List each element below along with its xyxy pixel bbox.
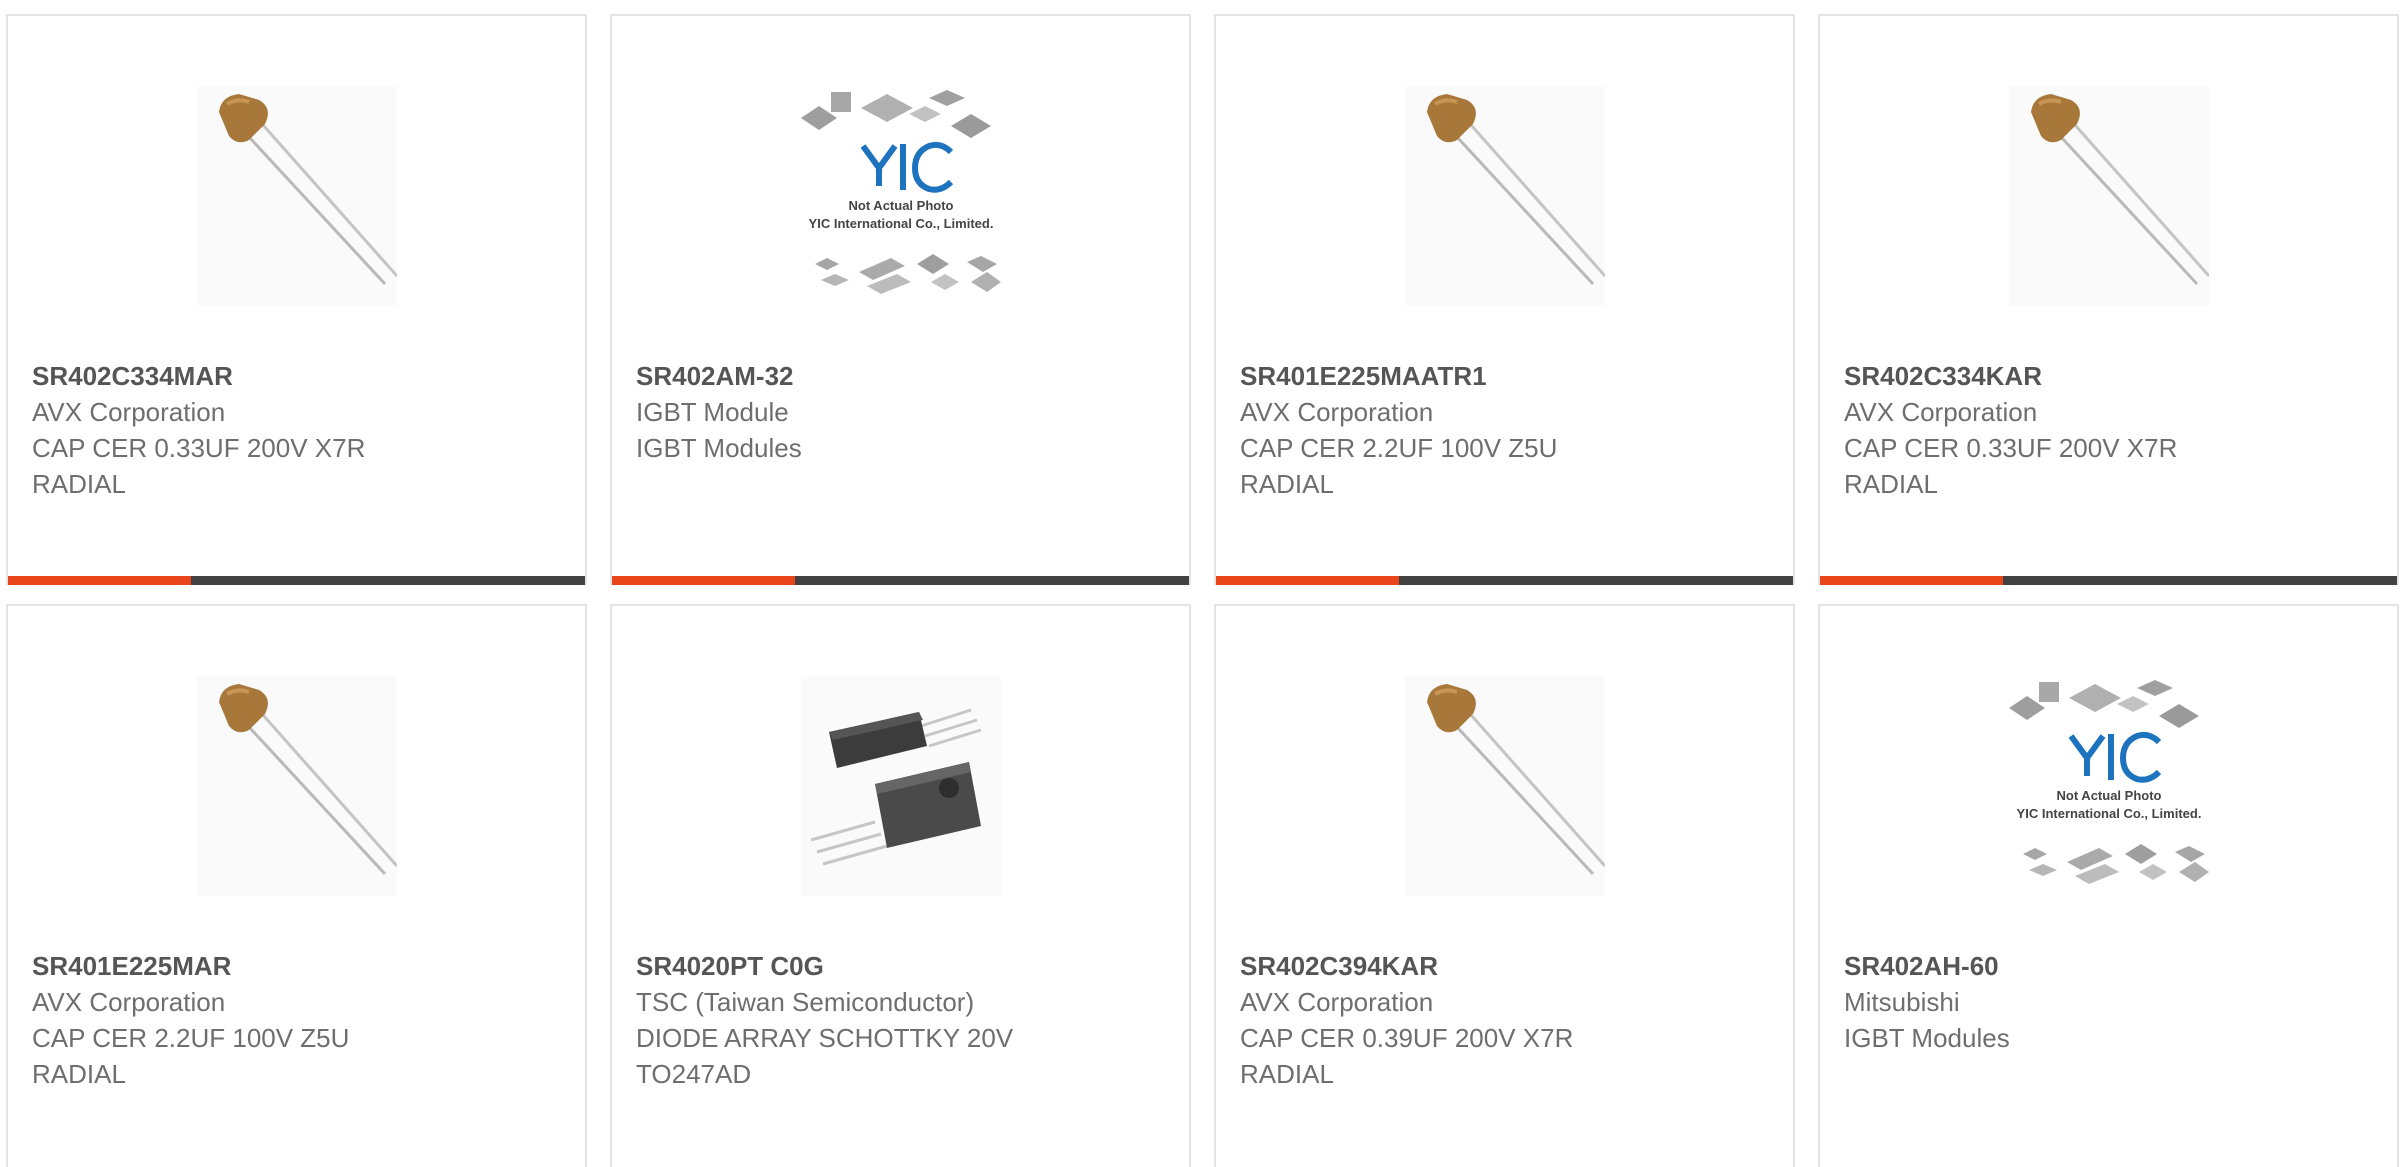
- product-info: SR4020PT C0G TSC (Taiwan Semiconductor) …: [636, 948, 1165, 1092]
- manufacturer: TSC (Taiwan Semiconductor): [636, 987, 975, 1017]
- card-accent: [1820, 576, 2003, 585]
- product-info: SR402C394KAR AVX Corporation CAP CER 0.3…: [1240, 948, 1769, 1092]
- product-info: SR402AH-60 Mitsubishi IGBT Modules: [1844, 948, 2373, 1056]
- card-bottom-bar: [1216, 576, 1793, 585]
- description: CAP CER 0.33UF 200V X7R RADIAL: [32, 433, 366, 499]
- product-card[interactable]: SR401E225MAR AVX Corporation CAP CER 2.2…: [6, 604, 587, 1167]
- capacitor-image: [1404, 676, 1605, 896]
- product-card[interactable]: SR402C394KAR AVX Corporation CAP CER 0.3…: [1214, 604, 1795, 1167]
- manufacturer: AVX Corporation: [1240, 987, 1434, 1017]
- capacitor-image: [2008, 86, 2209, 306]
- part-number-link[interactable]: SR402AM-32: [636, 358, 1165, 394]
- svg-text:Not Actual Photo: Not Actual Photo: [848, 198, 953, 213]
- capacitor-image: [196, 86, 397, 306]
- card-accent: [612, 576, 795, 585]
- part-number-link[interactable]: SR401E225MAATR1: [1240, 358, 1769, 394]
- to247-image: [800, 676, 1001, 896]
- description: IGBT Modules: [636, 433, 802, 463]
- manufacturer: AVX Corporation: [1844, 397, 2038, 427]
- product-info: SR401E225MAR AVX Corporation CAP CER 2.2…: [32, 948, 561, 1092]
- svg-text:YIC International Co., Limited: YIC International Co., Limited.: [2016, 806, 2201, 821]
- product-info: SR402C334KAR AVX Corporation CAP CER 0.3…: [1844, 358, 2373, 502]
- part-number-link[interactable]: SR402C334MAR: [32, 358, 561, 394]
- manufacturer: Mitsubishi: [1844, 987, 1960, 1017]
- placeholder-image: Not Actual Photo YIC International Co., …: [800, 86, 1001, 306]
- capacitor-image: [1404, 86, 1605, 306]
- manufacturer: AVX Corporation: [1240, 397, 1434, 427]
- product-card[interactable]: SR401E225MAATR1 AVX Corporation CAP CER …: [1214, 14, 1795, 585]
- manufacturer: IGBT Module: [636, 397, 789, 427]
- card-bottom-bar: [612, 576, 1189, 585]
- placeholder-image: Not Actual Photo YIC International Co., …: [2008, 676, 2209, 896]
- description: CAP CER 2.2UF 100V Z5U RADIAL: [32, 1023, 350, 1089]
- card-bottom-bar: [1820, 576, 2397, 585]
- product-card[interactable]: SR402C334KAR AVX Corporation CAP CER 0.3…: [1818, 14, 2399, 585]
- part-number-link[interactable]: SR401E225MAR: [32, 948, 561, 984]
- description: DIODE ARRAY SCHOTTKY 20V TO247AD: [636, 1023, 1014, 1089]
- product-info: SR402AM-32 IGBT Module IGBT Modules: [636, 358, 1165, 466]
- svg-text:YIC International Co., Limited: YIC International Co., Limited.: [808, 216, 993, 231]
- manufacturer: AVX Corporation: [32, 987, 226, 1017]
- product-card[interactable]: Not Actual Photo YIC International Co., …: [1818, 604, 2399, 1167]
- card-bottom-bar: [8, 576, 585, 585]
- card-accent: [8, 576, 191, 585]
- product-info: SR401E225MAATR1 AVX Corporation CAP CER …: [1240, 358, 1769, 502]
- svg-text:Not Actual Photo: Not Actual Photo: [2056, 788, 2161, 803]
- description: CAP CER 2.2UF 100V Z5U RADIAL: [1240, 433, 1558, 499]
- part-number-link[interactable]: SR402AH-60: [1844, 948, 2373, 984]
- description: CAP CER 0.33UF 200V X7R RADIAL: [1844, 433, 2178, 499]
- product-grid: SR402C334MAR AVX Corporation CAP CER 0.3…: [0, 0, 2400, 1167]
- description: IGBT Modules: [1844, 1023, 2010, 1053]
- product-card[interactable]: SR4020PT C0G TSC (Taiwan Semiconductor) …: [610, 604, 1191, 1167]
- card-accent: [1216, 576, 1399, 585]
- part-number-link[interactable]: SR402C394KAR: [1240, 948, 1769, 984]
- part-number-link[interactable]: SR402C334KAR: [1844, 358, 2373, 394]
- manufacturer: AVX Corporation: [32, 397, 226, 427]
- part-number-link[interactable]: SR4020PT C0G: [636, 948, 1165, 984]
- product-info: SR402C334MAR AVX Corporation CAP CER 0.3…: [32, 358, 561, 502]
- product-card[interactable]: SR402C334MAR AVX Corporation CAP CER 0.3…: [6, 14, 587, 585]
- product-card[interactable]: Not Actual Photo YIC International Co., …: [610, 14, 1191, 585]
- description: CAP CER 0.39UF 200V X7R RADIAL: [1240, 1023, 1574, 1089]
- capacitor-image: [196, 676, 397, 896]
